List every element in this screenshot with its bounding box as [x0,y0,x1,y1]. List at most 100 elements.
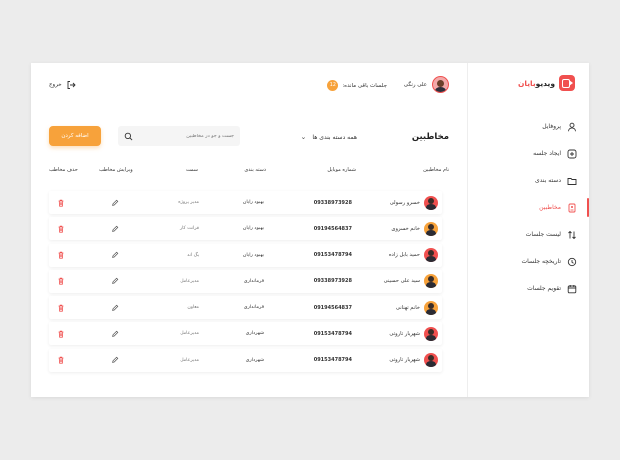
contacts-icon [568,203,576,212]
page-title: مخاطبین [411,132,449,142]
contact-name-cell: خانم خسروی [391,217,438,240]
contact-name: خسرو رسولی [389,199,420,206]
category-filter-dropdown[interactable]: همه دسته بندی ها ⌄ [301,133,358,141]
trash-icon[interactable] [57,217,65,240]
contact-category: شهرداری [245,357,264,363]
sidebar-item-session-history[interactable]: تاریخچه جلسات [467,248,589,275]
sidebar: ویدیوبایان پروفایل ایجاد جلسه دسته بندی … [467,63,589,397]
contact-phone: 09194564837 [313,304,352,311]
trash-icon[interactable] [57,244,65,267]
trash-icon[interactable] [57,270,65,293]
logo-icon [559,75,575,91]
app-window: ویدیوبایان پروفایل ایجاد جلسه دسته بندی … [31,63,589,397]
logout-icon [67,81,76,89]
sidebar-item-label: دسته بندی [535,177,561,184]
logo[interactable]: ویدیوبایان [518,75,575,91]
edit-icon[interactable] [111,244,119,267]
search-icon[interactable] [124,132,133,141]
contact-category: فرمانداری [243,278,264,284]
contact-name-cell: شهریار تاروتی [389,322,438,345]
sidebar-item-label: تاریخچه جلسات [521,258,561,265]
contact-name-cell: حمید بابل زاده [389,244,438,267]
add-contact-button[interactable]: اضافه کردن [49,126,101,146]
contact-name: خانم خسروی [391,225,420,232]
sidebar-item-contacts[interactable]: مخاطبین [467,194,589,221]
contact-name: حمید بابل زاده [388,252,420,259]
avatar [424,248,438,263]
user-profile[interactable]: علی رنگی [404,76,449,93]
table-row[interactable]: شهریار تاروتی 09153478794 شهرداری مدیرعا… [49,348,442,372]
edit-icon[interactable] [111,322,119,345]
table-header: نام مخاطبین شماره موبایل دسته بندی سمت و… [49,167,449,177]
table-row[interactable]: حمید بابل زاده 09153478794 بهبود رایان ی… [49,243,442,267]
trash-icon[interactable] [57,296,65,319]
contact-name: سید علی حسینی [383,278,420,285]
user-name: علی رنگی [403,81,427,88]
avatar [424,274,438,289]
sidebar-item-label: تقویم جلسات [527,285,561,292]
contact-phone: 09194564837 [313,225,352,232]
user-icon [568,122,576,131]
logout-button[interactable]: خروج [49,80,76,90]
column-header-edit: ویرایش مخاطب [99,167,133,173]
contact-name-cell: خسرو رسولی [390,191,438,214]
avatar [424,300,438,315]
search-box[interactable] [118,126,240,146]
sidebar-item-categories[interactable]: دسته بندی [467,167,589,194]
sidebar-item-label: لیست جلسات [525,231,561,238]
contact-category: بهبود رایان [242,200,264,205]
contact-name-cell: شهریار تاروتی [389,349,438,372]
contact-role: معاون [187,305,199,311]
table-row[interactable]: خسرو رسولی 09338973928 بهبود رایان مدیر … [49,191,442,214]
chevron-down-icon: ⌄ [300,133,307,141]
contact-phone: 09153478794 [313,252,352,259]
contact-phone: 09338973928 [313,278,352,285]
logo-text: ویدیوبایان [517,78,555,88]
plus-square-icon [567,149,577,158]
sidebar-item-create-session[interactable]: ایجاد جلسه [467,140,589,167]
column-header-delete: حذف مخاطب [49,167,78,173]
contact-phone: 09338973928 [313,199,352,206]
edit-icon[interactable] [111,296,119,319]
edit-icon[interactable] [111,217,119,240]
edit-icon[interactable] [111,191,119,214]
category-filter-label: همه دسته بندی ها [312,133,357,141]
contact-name: شهریار تاروتی [389,330,420,337]
calendar-icon [567,284,577,293]
trash-icon[interactable] [57,322,65,345]
logout-label: خروج [49,82,62,88]
main-content: علی رنگی جلسات باقی مانده: 12 خروج مخاطب… [31,63,467,397]
sidebar-item-session-calendar[interactable]: تقویم جلسات [467,275,589,302]
table-row[interactable]: شهریار تاروتی 09153478794 شهرداری مدیرعا… [49,322,442,346]
contact-phone: 09153478794 [313,357,352,364]
contact-name: خانم تهنانی [395,304,420,311]
avatar [424,353,438,368]
avatar [424,326,438,341]
trash-icon[interactable] [57,191,65,214]
trash-icon[interactable] [57,349,65,372]
edit-icon[interactable] [111,270,119,293]
sidebar-item-label: پروفایل [542,123,561,130]
history-icon [567,257,577,266]
sidebar-item-label: مخاطبین [539,204,561,211]
contact-name-cell: سید علی حسینی [384,270,438,293]
edit-icon[interactable] [111,349,119,372]
contact-phone: 09153478794 [313,330,352,337]
table-row[interactable]: سید علی حسینی 09338973928 فرمانداری مدیر… [49,269,442,293]
top-bar: علی رنگی جلسات باقی مانده: 12 خروج [49,76,449,94]
sidebar-item-session-list[interactable]: لیست جلسات [467,221,589,248]
remaining-sessions-label: جلسات باقی مانده: [342,82,387,89]
contact-role: مدیرعامل [180,331,199,337]
search-input[interactable] [133,133,234,139]
sidebar-nav: پروفایل ایجاد جلسه دسته بندی مخاطبین لیس… [467,113,589,302]
table-row[interactable]: خانم خسروی 09194564837 بهبود رایان قرانت… [49,217,442,241]
contact-category: شهرداری [245,331,264,337]
sidebar-item-profile[interactable]: پروفایل [467,113,589,140]
contact-name-cell: خانم تهنانی [396,296,438,319]
sort-list-icon [568,230,576,239]
column-header-role: سمت [186,167,198,173]
avatar [424,195,438,210]
column-header-category: دسته بندی [244,167,266,173]
table-row[interactable]: خانم تهنانی 09194564837 فرمانداری معاون [49,296,442,320]
avatar [432,76,449,93]
